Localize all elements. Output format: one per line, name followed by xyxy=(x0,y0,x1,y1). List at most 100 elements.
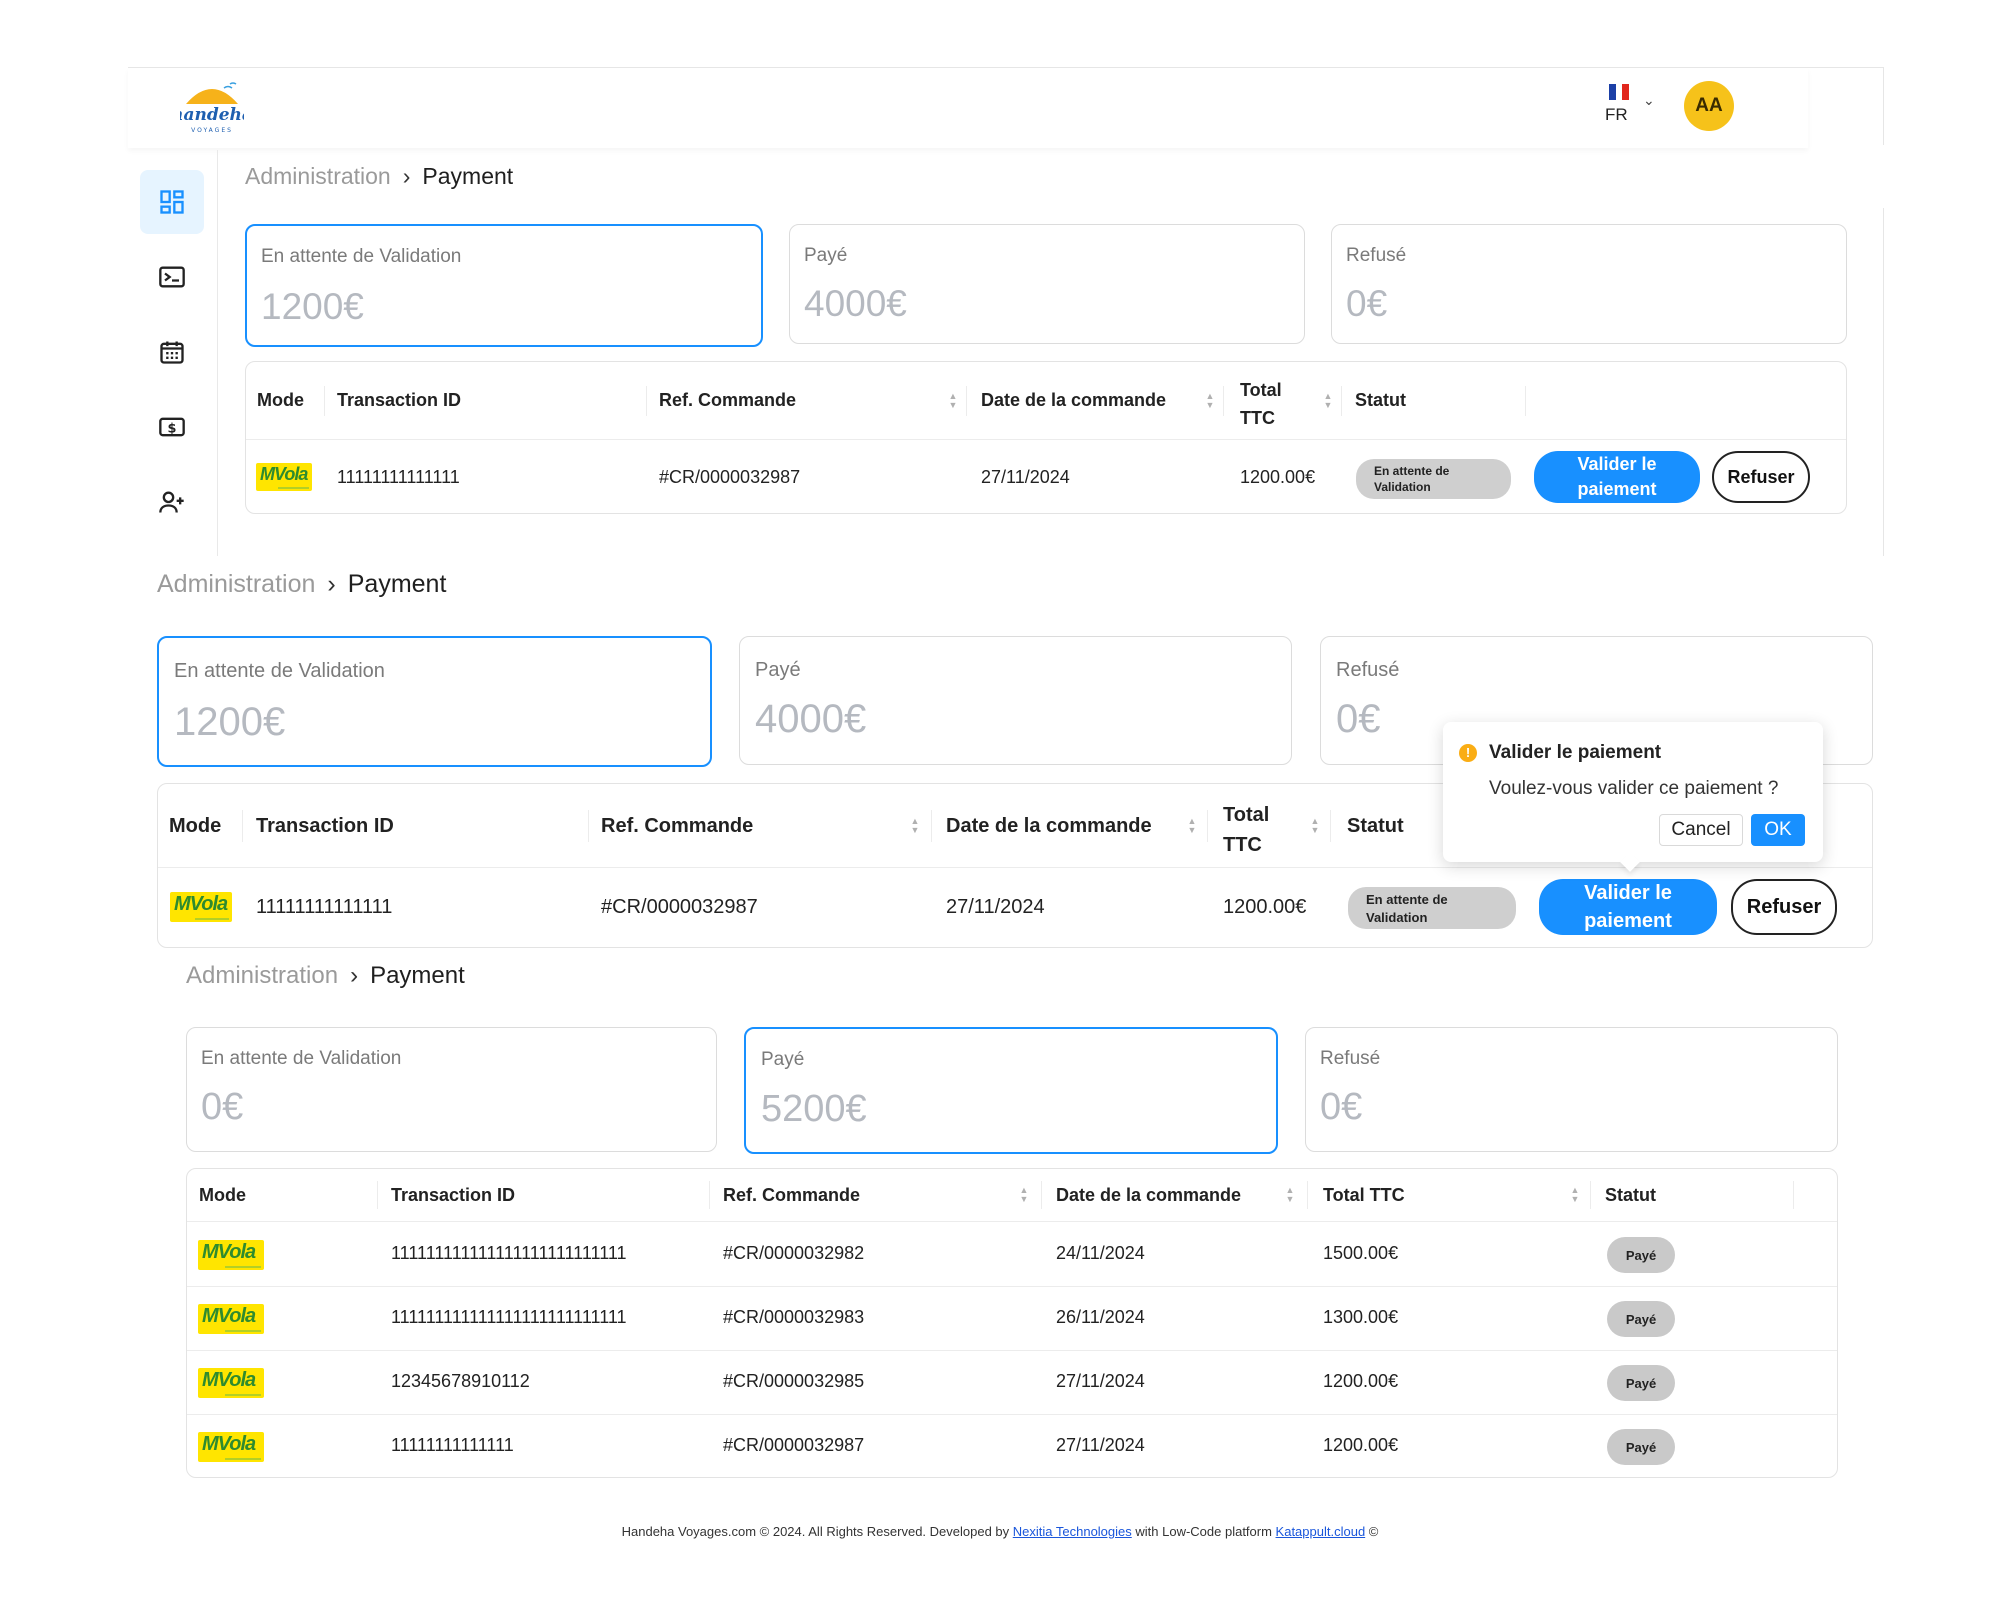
card-value: 0€ xyxy=(1336,697,1381,741)
order-ref: #CR/0000032982 xyxy=(723,1243,865,1263)
breadcrumb-parent[interactable]: Administration xyxy=(157,570,315,598)
col-total[interactable]: Total TTC xyxy=(1223,800,1269,860)
sidebar-item-payment[interactable]: $ xyxy=(140,395,204,459)
mvola-logo: MVola xyxy=(198,1240,264,1270)
french-flag-icon xyxy=(1609,84,1630,100)
order-date: 27/11/2024 xyxy=(1056,1371,1145,1391)
transaction-id: 11111111111111 xyxy=(391,1435,514,1455)
col-transaction-id: Transaction ID xyxy=(256,815,394,837)
sidebar-item-dashboard[interactable] xyxy=(140,170,204,234)
sort-icon[interactable]: ▲ ▼ xyxy=(1187,817,1197,835)
breadcrumb-parent[interactable]: Administration xyxy=(245,163,391,189)
sidebar-item-terminal[interactable] xyxy=(140,245,204,309)
table-row: MVola 111111111111111111111111111 #CR/0000… xyxy=(187,1287,1837,1351)
col-ref[interactable]: Ref. Commande xyxy=(659,390,796,411)
col-ref[interactable]: Ref. Commande xyxy=(601,815,753,838)
order-total: 1200.00€ xyxy=(1323,1435,1399,1455)
breadcrumb: Administration › Payment xyxy=(186,962,465,990)
card-pending[interactable]: En attente de Validation 1200€ xyxy=(157,636,712,767)
sidebar-item-add-user[interactable] xyxy=(140,470,204,534)
warning-icon: ! xyxy=(1459,744,1477,762)
language-code: FR xyxy=(1605,105,1628,124)
card-paid[interactable]: Payé 4000€ xyxy=(739,636,1292,765)
sort-icon[interactable]: ▲ ▼ xyxy=(948,392,958,410)
order-date: 27/11/2024 xyxy=(946,896,1045,918)
status-badge: Payé xyxy=(1607,1365,1675,1401)
col-mode: Mode xyxy=(169,815,222,837)
ok-button[interactable]: OK xyxy=(1751,814,1805,846)
svg-text:$: $ xyxy=(168,421,177,436)
chevron-down-icon: ⌄ xyxy=(1643,92,1655,108)
sort-icon[interactable]: ▲ ▼ xyxy=(1019,1186,1029,1204)
cancel-button[interactable]: Cancel xyxy=(1659,814,1743,846)
sort-icon[interactable]: ▲ ▼ xyxy=(1323,392,1333,410)
col-date[interactable]: Date de la commande xyxy=(981,390,1166,411)
breadcrumb-current: Payment xyxy=(422,163,514,189)
sort-icon[interactable]: ▲ ▼ xyxy=(910,817,920,835)
col-transaction-id: Transaction ID xyxy=(391,1185,516,1205)
order-total: 1500.00€ xyxy=(1323,1243,1399,1263)
calendar-icon xyxy=(160,341,184,364)
footer-text: with Low-Code platform xyxy=(1131,1524,1276,1539)
status-badge: En attente de Validation xyxy=(1348,887,1516,929)
logo-sub: VOYAGES xyxy=(191,127,233,134)
transaction-id: 12345678910112 xyxy=(391,1371,530,1391)
breadcrumb-current: Payment xyxy=(370,962,465,989)
mvola-logo: MVola xyxy=(198,1368,264,1398)
logo-text: handeha xyxy=(180,105,244,125)
card-pending[interactable]: En attente de Validation 1200€ xyxy=(245,224,763,347)
footer-company-link[interactable]: Nexitia Technologies xyxy=(1013,1524,1132,1539)
table-row: MVola 12345678910112 #CR/0000032985 27/11/2… xyxy=(187,1351,1837,1415)
order-total: 1200.00€ xyxy=(1223,896,1307,918)
breadcrumb-parent[interactable]: Administration xyxy=(186,962,338,989)
footer-platform-link[interactable]: Katappult.cloud xyxy=(1276,1524,1366,1539)
breadcrumb: Administration › Payment xyxy=(157,570,446,599)
dollar-icon: $ xyxy=(159,417,185,437)
col-transaction-id: Transaction ID xyxy=(337,390,462,410)
card-label: En attente de Validation xyxy=(201,1048,402,1069)
footer: Handeha Voyages.com © 2024. All Rights R… xyxy=(0,1524,2000,1539)
card-label: Refusé xyxy=(1346,245,1407,266)
sort-icon[interactable]: ▲ ▼ xyxy=(1570,1186,1580,1204)
card-value: 1200€ xyxy=(261,286,364,327)
order-ref: #CR/0000032987 xyxy=(601,896,758,918)
refuse-button[interactable]: Refuser xyxy=(1731,879,1837,935)
breadcrumb-separator: › xyxy=(350,962,359,989)
card-label: Refusé xyxy=(1320,1048,1381,1069)
card-label: Payé xyxy=(804,245,848,266)
card-label: En attente de Validation xyxy=(174,660,385,682)
order-total: 1200.00€ xyxy=(1240,467,1316,487)
col-total[interactable]: Total TTC xyxy=(1323,1185,1405,1206)
transaction-id: 111111111111111111111111111 xyxy=(391,1307,627,1327)
validate-payment-button[interactable]: Valider le paiement xyxy=(1539,879,1717,935)
card-value: 0€ xyxy=(1346,283,1388,324)
breadcrumb-separator: › xyxy=(402,163,411,189)
validate-payment-button[interactable]: Valider le paiement xyxy=(1534,451,1700,503)
sort-icon[interactable]: ▲ ▼ xyxy=(1205,392,1215,410)
status-badge: Payé xyxy=(1607,1301,1675,1337)
col-ref[interactable]: Ref. Commande xyxy=(723,1185,860,1206)
card-pending[interactable]: En attente de Validation 0€ xyxy=(186,1027,717,1152)
card-value: 5200€ xyxy=(761,1088,867,1130)
validate-payment-popconfirm: ! Valider le paiement Voulez-vous valide… xyxy=(1443,722,1823,872)
card-paid[interactable]: Payé 4000€ xyxy=(789,224,1305,344)
mvola-logo: MVola xyxy=(256,463,312,491)
col-date[interactable]: Date de la commande xyxy=(946,815,1152,838)
order-total: 1300.00€ xyxy=(1323,1307,1399,1327)
refuse-button[interactable]: Refuser xyxy=(1712,451,1810,503)
sort-icon[interactable]: ▲ ▼ xyxy=(1285,1186,1295,1204)
card-value: 0€ xyxy=(1320,1086,1363,1128)
brand-logo[interactable]: handeha VOYAGES xyxy=(171,78,253,136)
sidebar: $ xyxy=(128,150,218,556)
card-value: 4000€ xyxy=(804,283,907,324)
sort-icon[interactable]: ▲ ▼ xyxy=(1310,817,1320,835)
card-label: Payé xyxy=(761,1049,805,1070)
col-date[interactable]: Date de la commande xyxy=(1056,1185,1241,1206)
sidebar-item-calendar[interactable] xyxy=(140,320,204,384)
card-paid[interactable]: Payé 5200€ xyxy=(744,1027,1278,1154)
language-switcher[interactable]: FR ⌄ xyxy=(1605,84,1665,132)
card-refused[interactable]: Refusé 0€ xyxy=(1305,1027,1838,1152)
user-avatar[interactable]: AA xyxy=(1684,81,1734,131)
card-refused[interactable]: Refusé 0€ xyxy=(1331,224,1847,344)
col-total[interactable]: Total TTC xyxy=(1240,376,1282,432)
